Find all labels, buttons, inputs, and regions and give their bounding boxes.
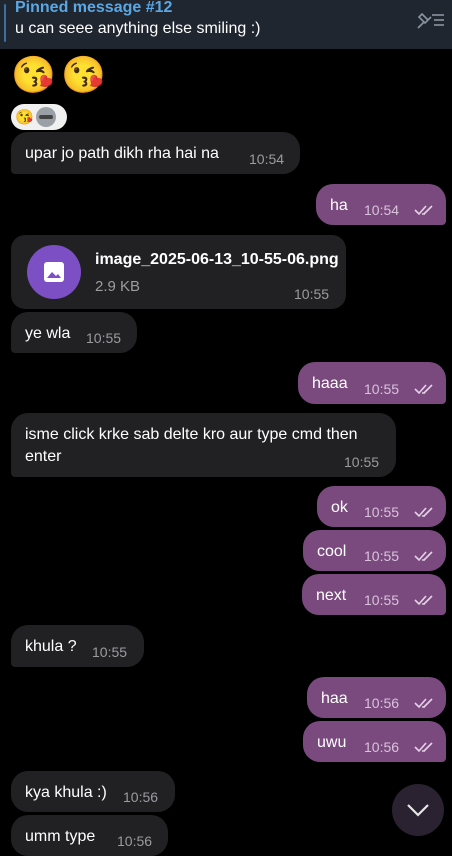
message-text: khula ? [25, 638, 77, 655]
message-text-line1: isme click krke sab delte kro aur type c… [25, 426, 358, 443]
message-incoming[interactable]: umm type 10:56 [11, 815, 168, 856]
message-time: 10:55 [364, 504, 400, 520]
message-text: kya khula :) [25, 784, 107, 801]
chevron-down-icon [407, 804, 429, 817]
message-time: 10:56 [123, 789, 159, 805]
kiss-emoji-icon: 😘 [61, 54, 106, 95]
message-text: ha [330, 197, 348, 214]
message-time: 10:54 [249, 151, 285, 167]
message-time: 10:55 [92, 644, 128, 660]
message-time: 10:55 [344, 454, 380, 470]
avatar [35, 107, 56, 127]
message-incoming[interactable]: khula ? 10:55 [11, 625, 144, 667]
double-check-icon [414, 205, 433, 216]
message-time: 10:55 [364, 548, 400, 564]
pinned-title: Pinned message #12 [15, 0, 173, 16]
message-text: uwu [317, 734, 347, 751]
message-time: 10:55 [364, 592, 400, 608]
message-time: 10:55 [364, 381, 400, 397]
message-outgoing[interactable]: haaa 10:55 [298, 362, 446, 404]
message-time: 10:56 [364, 695, 400, 711]
message-time: 10:56 [117, 833, 153, 849]
message-text-line2: enter [25, 448, 62, 465]
message-text: ok [331, 499, 348, 516]
double-check-icon [414, 698, 433, 709]
message-text: cool [317, 543, 347, 560]
message-text: haa [321, 690, 348, 707]
message-text: ye wla [25, 325, 71, 342]
message-text: umm type [25, 828, 96, 845]
message-text: haaa [312, 375, 348, 392]
pinned-list-icon[interactable] [414, 8, 446, 32]
message-time: 10:55 [294, 286, 330, 302]
file-message[interactable]: image_2025-06-13_10-55-06.png 2.9 KB 10:… [11, 235, 346, 309]
message-time: 10:55 [86, 330, 122, 346]
double-check-icon [414, 507, 433, 518]
scroll-to-bottom-button[interactable] [392, 784, 444, 836]
kiss-emoji-icon: 😘 [11, 54, 56, 95]
message-outgoing[interactable]: haa 10:56 [307, 677, 446, 718]
message-outgoing[interactable]: ok 10:55 [317, 486, 446, 527]
pinned-indicator [4, 4, 6, 42]
message-incoming[interactable]: kya khula :) 10:56 [11, 771, 175, 812]
reaction-chip[interactable]: 😘 [11, 104, 67, 130]
message-text: next [316, 587, 347, 604]
pinned-message-bar[interactable]: Pinned message #12 u can seee anything e… [0, 0, 452, 49]
message-incoming[interactable]: upar jo path dikh rha hai na 10:54 [11, 132, 300, 174]
message-outgoing[interactable]: uwu 10:56 [303, 721, 446, 762]
message-time: 10:54 [364, 202, 400, 218]
file-name: image_2025-06-13_10-55-06.png [95, 251, 339, 268]
double-check-icon [414, 742, 433, 753]
message-incoming[interactable]: ye wla 10:55 [11, 312, 137, 353]
double-check-icon [414, 384, 433, 395]
message-time: 10:56 [364, 739, 400, 755]
message-incoming[interactable]: isme click krke sab delte kro aur type c… [11, 413, 396, 477]
double-check-icon [414, 551, 433, 562]
file-size: 2.9 KB [95, 278, 141, 295]
double-check-icon [414, 595, 433, 606]
image-file-icon[interactable] [27, 245, 81, 299]
reaction-emoji-icon: 😘 [15, 109, 34, 126]
message-outgoing[interactable]: next 10:55 [302, 574, 446, 615]
message-text: upar jo path dikh rha hai na [25, 145, 219, 162]
message-outgoing[interactable]: cool 10:55 [303, 530, 446, 571]
message-outgoing[interactable]: ha 10:54 [316, 184, 446, 225]
pinned-text: u can seee anything else smiling :) [15, 20, 261, 37]
